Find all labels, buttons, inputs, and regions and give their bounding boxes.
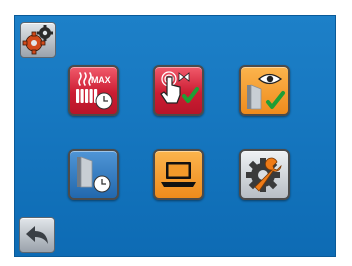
- gears-icon: [22, 25, 53, 55]
- settings-button[interactable]: [20, 22, 56, 58]
- max-heating-timer-tile[interactable]: MAX: [68, 65, 119, 116]
- touch-valve-check-icon: [160, 71, 199, 104]
- back-button[interactable]: [19, 217, 55, 253]
- window-clock-icon: [77, 156, 111, 193]
- max-label: MAX: [91, 75, 111, 85]
- gear-wrench-icon: [246, 157, 282, 192]
- main-screen: MAX: [14, 15, 336, 257]
- window-timer-tile[interactable]: [68, 149, 119, 200]
- back-arrow-icon: [26, 226, 48, 244]
- eye-window-check-icon: [247, 73, 285, 110]
- window-view-check-tile[interactable]: [239, 65, 290, 116]
- laptop-icon: [161, 162, 196, 187]
- valve-touch-check-tile[interactable]: [153, 65, 204, 116]
- service-settings-tile[interactable]: [239, 149, 290, 200]
- laptop-connect-tile[interactable]: [153, 149, 204, 200]
